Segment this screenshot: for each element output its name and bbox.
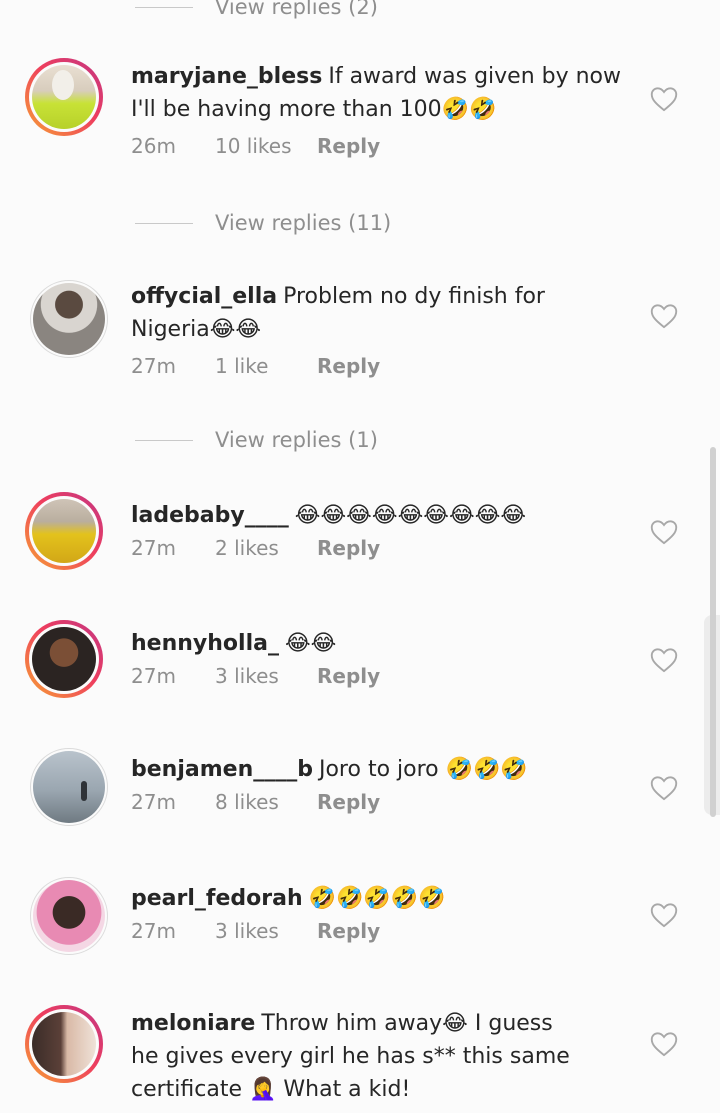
- view-replies-label[interactable]: View replies (2): [215, 0, 378, 19]
- heart-outline-icon[interactable]: [650, 1031, 678, 1057]
- reply-button[interactable]: Reply: [317, 354, 380, 378]
- comment-timestamp: 27m: [131, 536, 176, 560]
- heart-outline-icon[interactable]: [650, 902, 678, 928]
- avatar[interactable]: [32, 1012, 96, 1076]
- avatar-story-ring[interactable]: [25, 58, 103, 136]
- divider-line: [135, 439, 193, 441]
- reply-button[interactable]: Reply: [317, 919, 380, 943]
- view-replies-button[interactable]: View replies (2): [135, 0, 378, 22]
- avatar[interactable]: [33, 751, 105, 823]
- avatar-story-ring[interactable]: [25, 492, 103, 570]
- comment-username[interactable]: pearl_fedorah: [131, 886, 303, 911]
- comments-thread: View replies (2) maryjane_bless If award …: [0, 0, 720, 1113]
- comment-likes-count[interactable]: 2 likes: [215, 536, 317, 560]
- comment-likes-count[interactable]: 3 likes: [215, 919, 317, 943]
- comment-likes-count[interactable]: 10 likes: [215, 134, 317, 158]
- reply-button[interactable]: Reply: [317, 790, 380, 814]
- comment-username[interactable]: benjamen____b: [131, 757, 313, 782]
- comment-timestamp: 27m: [131, 664, 176, 688]
- reply-button[interactable]: Reply: [317, 536, 380, 560]
- comment-likes-count[interactable]: 8 likes: [215, 790, 317, 814]
- avatar[interactable]: [33, 283, 105, 355]
- comment-timestamp: 27m: [131, 919, 176, 943]
- comment-timestamp: 26m: [131, 134, 176, 158]
- avatar[interactable]: [32, 627, 96, 691]
- heart-outline-icon[interactable]: [650, 647, 678, 673]
- heart-outline-icon[interactable]: [650, 775, 678, 801]
- comment-timestamp: 27m: [131, 790, 176, 814]
- avatar-ring[interactable]: [30, 280, 108, 358]
- comment-text: certificate 🤦‍♀️ What a kid!: [131, 1077, 411, 1102]
- comment-username[interactable]: ladebaby____: [131, 503, 289, 528]
- comment-username[interactable]: hennyholla_: [131, 631, 279, 656]
- comment-text: I'll be having more than 100🤣🤣: [131, 97, 497, 122]
- divider-line: [135, 6, 193, 8]
- comment-text: Nigeria😂😂: [131, 317, 262, 342]
- view-replies-button[interactable]: View replies (1): [135, 425, 378, 455]
- avatar-story-ring[interactable]: [25, 620, 103, 698]
- comment-text: 🤣🤣🤣🤣🤣: [308, 886, 446, 911]
- avatar-ring[interactable]: [30, 748, 108, 826]
- view-replies-label[interactable]: View replies (1): [215, 428, 378, 452]
- heart-outline-icon[interactable]: [650, 86, 678, 112]
- avatar[interactable]: [32, 499, 96, 563]
- reply-button[interactable]: Reply: [317, 664, 380, 688]
- comment-username[interactable]: maryjane_bless: [131, 64, 322, 89]
- comment-text: If award was given by now: [328, 64, 622, 89]
- heart-outline-icon[interactable]: [650, 303, 678, 329]
- comment-text: Throw him away😂 I guess: [261, 1011, 553, 1036]
- view-replies-label[interactable]: View replies (11): [215, 211, 391, 235]
- avatar[interactable]: [33, 880, 105, 952]
- heart-outline-icon[interactable]: [650, 519, 678, 545]
- view-replies-button[interactable]: View replies (11): [135, 208, 391, 238]
- comment-text: 😂😂😂😂😂😂😂😂😂: [294, 503, 527, 528]
- scrollbar[interactable]: [710, 447, 716, 817]
- comment-username[interactable]: meloniare: [131, 1011, 255, 1036]
- comment-username[interactable]: offycial_ella: [131, 284, 277, 309]
- comment-text: 😂😂: [284, 631, 337, 656]
- comment-likes-count[interactable]: 1 like: [215, 354, 317, 378]
- reply-button[interactable]: Reply: [317, 134, 380, 158]
- comment-text: Joro to joro 🤣🤣🤣: [318, 757, 528, 782]
- divider-line: [135, 222, 193, 224]
- comment-likes-count[interactable]: 3 likes: [215, 664, 317, 688]
- comment-text: he gives every girl he has s** this same: [131, 1044, 570, 1069]
- comment-timestamp: 27m: [131, 354, 176, 378]
- avatar-ring[interactable]: [30, 877, 108, 955]
- avatar-story-ring[interactable]: [25, 1005, 103, 1083]
- comment-text: Problem no dy finish for: [283, 284, 545, 309]
- avatar[interactable]: [32, 65, 96, 129]
